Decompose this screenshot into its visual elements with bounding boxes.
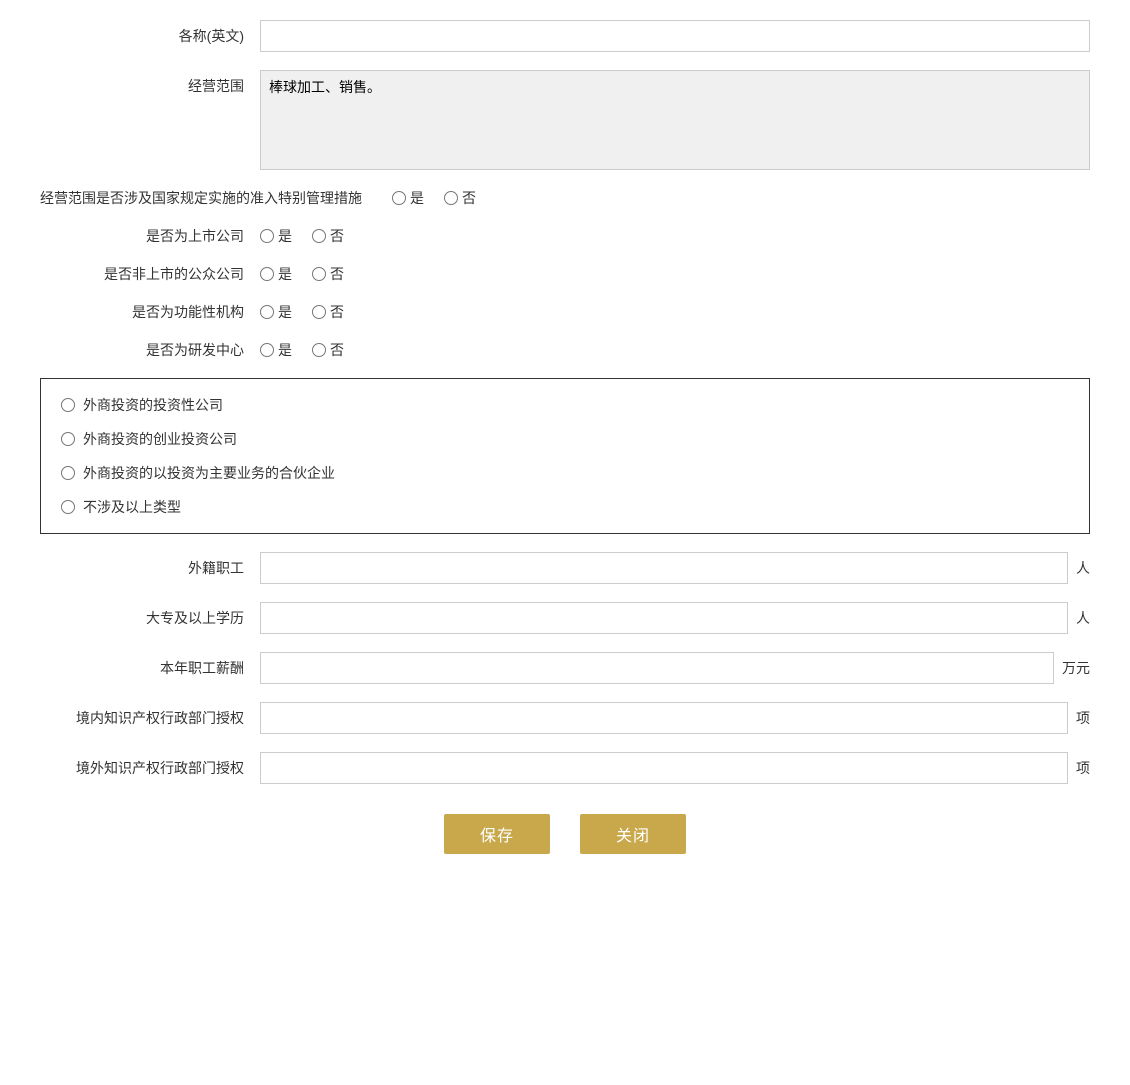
listed-yes[interactable]: 是 xyxy=(260,226,292,246)
college-above-row: 大专及以上学历 人 xyxy=(40,602,1090,634)
domestic-ip-wrap: 项 xyxy=(260,702,1090,734)
annual-salary-wrap: 万元 xyxy=(260,652,1090,684)
listed-company-row: 是否为上市公司 是 否 xyxy=(40,226,1090,246)
investment-radio-3[interactable] xyxy=(61,500,75,514)
annual-salary-unit: 万元 xyxy=(1062,658,1090,678)
name-en-label: 各称(英文) xyxy=(40,20,260,47)
annual-salary-label: 本年职工薪酬 xyxy=(40,652,260,679)
special-management-yes[interactable]: 是 xyxy=(392,188,424,208)
functional-label: 是否为功能性机构 xyxy=(40,302,260,322)
listed-no-label: 否 xyxy=(330,226,344,246)
non-listed-public-row: 是否非上市的公众公司 是 否 xyxy=(40,264,1090,284)
functional-no[interactable]: 否 xyxy=(312,302,344,322)
college-above-unit: 人 xyxy=(1076,608,1090,628)
investment-radio-2[interactable] xyxy=(61,466,75,480)
investment-option-3[interactable]: 不涉及以上类型 xyxy=(61,497,1069,517)
special-management-no-radio[interactable] xyxy=(444,191,458,205)
business-scope-row: 经营范围 棒球加工、销售。 xyxy=(40,70,1090,170)
annual-salary-input[interactable] xyxy=(260,652,1054,684)
special-management-label: 经营范围是否涉及国家规定实施的准入特别管理措施 xyxy=(40,188,392,208)
listed-no[interactable]: 否 xyxy=(312,226,344,246)
rd-center-label: 是否为研发中心 xyxy=(40,340,260,360)
domestic-ip-input[interactable] xyxy=(260,702,1068,734)
button-row: 保存 关闭 xyxy=(40,814,1090,854)
business-scope-control: 棒球加工、销售。 xyxy=(260,70,1090,170)
rd-yes[interactable]: 是 xyxy=(260,340,292,360)
name-en-row: 各称(英文) xyxy=(40,20,1090,52)
functional-no-label: 否 xyxy=(330,302,344,322)
name-en-control xyxy=(260,20,1090,52)
rd-no-radio[interactable] xyxy=(312,343,326,357)
business-scope-label: 经营范围 xyxy=(40,70,260,97)
college-above-input[interactable] xyxy=(260,602,1068,634)
listed-company-label: 是否为上市公司 xyxy=(40,226,260,246)
special-management-yes-label: 是 xyxy=(410,188,424,208)
investment-label-0: 外商投资的投资性公司 xyxy=(83,395,223,415)
investment-option-1[interactable]: 外商投资的创业投资公司 xyxy=(61,429,1069,449)
listed-yes-radio[interactable] xyxy=(260,229,274,243)
investment-radio-1[interactable] xyxy=(61,432,75,446)
foreign-ip-wrap: 项 xyxy=(260,752,1090,784)
rd-no[interactable]: 否 xyxy=(312,340,344,360)
special-management-no[interactable]: 否 xyxy=(444,188,476,208)
foreign-employees-input[interactable] xyxy=(260,552,1068,584)
investment-radio-0[interactable] xyxy=(61,398,75,412)
non-listed-no[interactable]: 否 xyxy=(312,264,344,284)
non-listed-yes-label: 是 xyxy=(278,264,292,284)
special-management-yes-radio[interactable] xyxy=(392,191,406,205)
domestic-ip-row: 境内知识产权行政部门授权 项 xyxy=(40,702,1090,734)
special-management-row: 经营范围是否涉及国家规定实施的准入特别管理措施 是 否 xyxy=(40,188,1090,208)
domestic-ip-label: 境内知识产权行政部门授权 xyxy=(40,702,260,729)
rd-center-row: 是否为研发中心 是 否 xyxy=(40,340,1090,360)
non-listed-public-label: 是否非上市的公众公司 xyxy=(40,264,260,284)
rd-yes-label: 是 xyxy=(278,340,292,360)
non-listed-yes[interactable]: 是 xyxy=(260,264,292,284)
college-above-wrap: 人 xyxy=(260,602,1090,634)
foreign-employees-label: 外籍职工 xyxy=(40,552,260,579)
save-button[interactable]: 保存 xyxy=(444,814,550,854)
close-button[interactable]: 关闭 xyxy=(580,814,686,854)
foreign-ip-label: 境外知识产权行政部门授权 xyxy=(40,752,260,779)
listed-no-radio[interactable] xyxy=(312,229,326,243)
non-listed-no-radio[interactable] xyxy=(312,267,326,281)
name-en-input[interactable] xyxy=(260,20,1090,52)
investment-label-3: 不涉及以上类型 xyxy=(83,497,181,517)
foreign-ip-row: 境外知识产权行政部门授权 项 xyxy=(40,752,1090,784)
investment-option-0[interactable]: 外商投资的投资性公司 xyxy=(61,395,1069,415)
functional-yes-radio[interactable] xyxy=(260,305,274,319)
foreign-employees-wrap: 人 xyxy=(260,552,1090,584)
non-listed-no-label: 否 xyxy=(330,264,344,284)
investment-label-2: 外商投资的以投资为主要业务的合伙企业 xyxy=(83,463,335,483)
functional-no-radio[interactable] xyxy=(312,305,326,319)
special-management-no-label: 否 xyxy=(462,188,476,208)
investment-option-2[interactable]: 外商投资的以投资为主要业务的合伙企业 xyxy=(61,463,1069,483)
functional-yes-label: 是 xyxy=(278,302,292,322)
annual-salary-row: 本年职工薪酬 万元 xyxy=(40,652,1090,684)
rd-yes-radio[interactable] xyxy=(260,343,274,357)
college-above-label: 大专及以上学历 xyxy=(40,602,260,629)
listed-yes-label: 是 xyxy=(278,226,292,246)
foreign-employees-unit: 人 xyxy=(1076,558,1090,578)
rd-no-label: 否 xyxy=(330,340,344,360)
investment-label-1: 外商投资的创业投资公司 xyxy=(83,429,237,449)
business-scope-textarea[interactable]: 棒球加工、销售。 xyxy=(260,70,1090,170)
foreign-employees-row: 外籍职工 人 xyxy=(40,552,1090,584)
foreign-ip-input[interactable] xyxy=(260,752,1068,784)
domestic-ip-unit: 项 xyxy=(1076,708,1090,728)
non-listed-yes-radio[interactable] xyxy=(260,267,274,281)
investment-type-box: 外商投资的投资性公司 外商投资的创业投资公司 外商投资的以投资为主要业务的合伙企… xyxy=(40,378,1090,534)
functional-yes[interactable]: 是 xyxy=(260,302,292,322)
functional-row: 是否为功能性机构 是 否 xyxy=(40,302,1090,322)
foreign-ip-unit: 项 xyxy=(1076,758,1090,778)
